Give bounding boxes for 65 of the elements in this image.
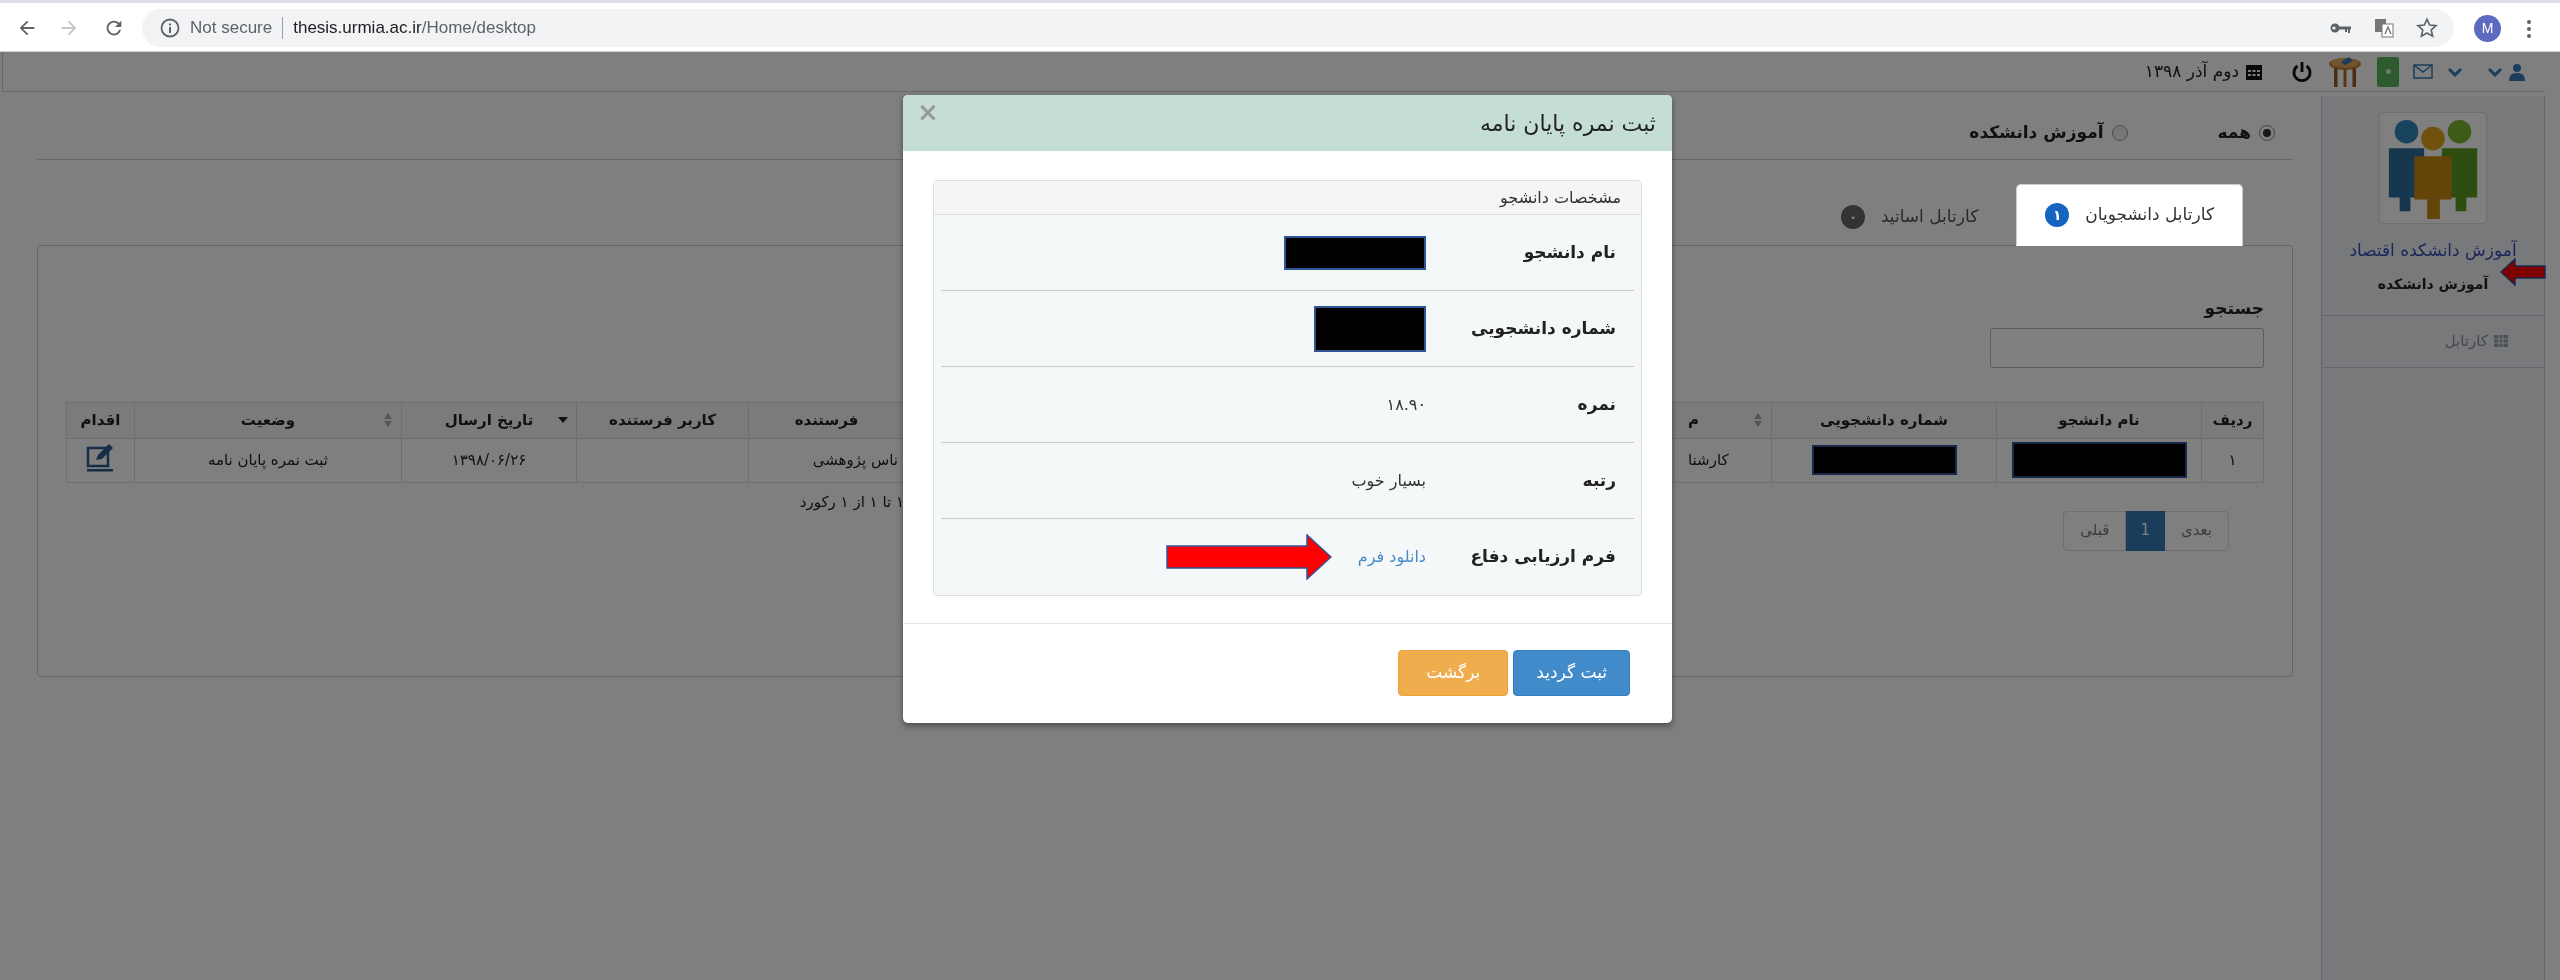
radio-button[interactable] [2259, 124, 2275, 141]
field-value: ۱۸.۹۰ [1386, 393, 1426, 416]
panel-title: مشخصات دانشجو [1500, 186, 1621, 209]
dialog-title: ثبت نمره پایان نامه [1479, 109, 1656, 139]
grid-icon [2494, 335, 2508, 347]
url-text[interactable]: thesis.urmia.ac.ir/Home/desktop [293, 15, 537, 41]
search-label: جستجو [2204, 297, 2264, 320]
column-header: فرستنده [748, 402, 905, 438]
radio-option[interactable]: آموزش دانشکده [1969, 119, 2128, 146]
search-field[interactable] [1990, 327, 2264, 368]
annotation-arrow [2500, 258, 2546, 286]
sort-desc-icon[interactable] [558, 416, 568, 423]
column-header[interactable]: وضعیت [134, 402, 402, 438]
chevron-icon[interactable] [2447, 66, 2463, 77]
record-count-text: ۱ تا ۱ از ۱ رکورد [799, 491, 904, 513]
profile-avatar[interactable]: M [2474, 15, 2501, 42]
column-header[interactable]: تاریخ ارسال [401, 402, 577, 438]
field-label: رتبه [1581, 468, 1617, 492]
download-link[interactable]: دانلود فرم [1357, 545, 1426, 569]
table-cell: ۱ [2201, 438, 2264, 482]
key-icon[interactable] [2330, 21, 2352, 35]
field-label: فرم ارزیابی دفاع [1469, 545, 1617, 569]
column-header[interactable]: م [1673, 402, 1772, 438]
count-badge: ۰ [1840, 205, 1865, 229]
back-button[interactable]: برگشت [1398, 650, 1509, 696]
radio-option[interactable]: همه [2217, 119, 2275, 146]
close-button[interactable]: × [917, 99, 939, 125]
envelope-icon[interactable] [2413, 64, 2433, 79]
table-icon[interactable] [2327, 54, 2363, 89]
column-header: کاربر فرستنده [576, 402, 749, 438]
security-label: Not secure [190, 17, 273, 40]
power-icon[interactable] [2291, 60, 2313, 83]
translate-icon[interactable] [2374, 18, 2394, 38]
table-cell: کارشنا [1673, 438, 1772, 482]
submit-button[interactable]: ثبت گردید [1513, 650, 1630, 696]
field-label: نام دانشجو [1522, 240, 1617, 264]
page-button[interactable]: 1 [2125, 510, 2165, 551]
column-header: اقدام [66, 402, 135, 438]
count-badge: ۱ [2045, 203, 2070, 227]
star-icon[interactable] [2416, 17, 2438, 39]
menu-icon[interactable] [2526, 19, 2532, 39]
info-icon[interactable] [160, 18, 180, 38]
column-header: ردیف [2201, 402, 2264, 438]
column-header: نام دانشجو [1996, 402, 2202, 438]
role-text: آموزش دانشکده [2377, 274, 2489, 295]
people-logo-icon [2379, 112, 2487, 224]
field-value: بسیار خوب [1351, 469, 1426, 493]
user-icon[interactable] [2509, 62, 2525, 81]
table-cell: ثبت نمره پایان نامه [134, 438, 402, 482]
radio-button[interactable] [2111, 124, 2128, 141]
field-label: شماره دانشجویی [1470, 316, 1617, 340]
status-indicator[interactable] [2377, 56, 2399, 87]
column-header: شماره دانشجویی [1771, 402, 1997, 438]
page-button[interactable]: قبلی [2063, 510, 2127, 551]
table-cell: ۱۳۹۸/۰۶/۲۶ [401, 438, 577, 482]
unit-title-link[interactable]: آموزش دانشکده اقتصاد [2349, 238, 2517, 264]
tab[interactable]: کارتابل دانشجویان ۱ [2016, 184, 2243, 246]
field-label: نمره [1576, 392, 1617, 417]
tab[interactable]: کارتابل اساتید ۰ [1812, 188, 2007, 246]
chevron-icon[interactable] [2487, 66, 2503, 77]
page-button[interactable]: بعدی [2163, 510, 2229, 551]
date-text: دوم آذر ۱۳۹۸ [2144, 59, 2239, 83]
edit-button[interactable] [85, 441, 116, 472]
address-bar[interactable]: Not secure thesis.urmia.ac.ir/Home/desktop [142, 9, 2454, 47]
calendar-icon [2245, 62, 2263, 81]
